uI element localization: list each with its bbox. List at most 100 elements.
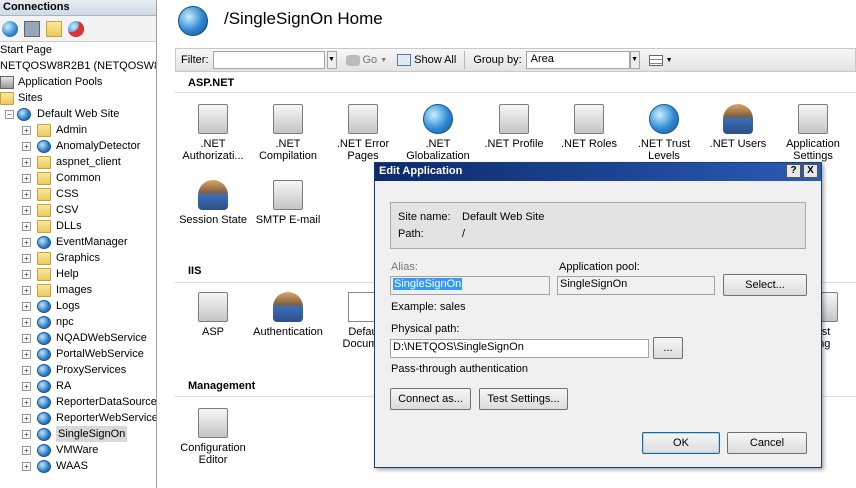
physical-path-field[interactable]: D:\NETQOS\SingleSignOn	[390, 339, 649, 358]
config-editor-icon	[198, 408, 228, 438]
close-button[interactable]: X	[803, 164, 818, 178]
feature-lock[interactable]: .NET Authorizati...	[178, 104, 248, 162]
feature-asp[interactable]: ASP	[178, 292, 248, 338]
expand-icon[interactable]: +	[22, 222, 31, 231]
tree-item[interactable]: + RA	[0, 378, 156, 394]
select-button[interactable]: Select...	[723, 274, 807, 296]
expand-icon[interactable]: +	[22, 142, 31, 151]
filter-input[interactable]	[212, 51, 325, 69]
expand-icon[interactable]: +	[22, 206, 31, 215]
tree-item[interactable]: + ReporterWebService	[0, 410, 156, 426]
view-mode-button[interactable]: ▼	[644, 50, 678, 70]
ok-button[interactable]: OK	[642, 432, 720, 454]
show-all-label: Show All	[414, 54, 457, 66]
feature-users[interactable]: .NET Users	[703, 104, 773, 150]
test-settings-button[interactable]: Test Settings...	[479, 388, 568, 410]
tree-item-label: Logs	[56, 300, 80, 312]
tree-item[interactable]: + CSV	[0, 202, 156, 218]
feature-label: SMTP E-mail	[255, 214, 321, 226]
expand-icon[interactable]: +	[22, 318, 31, 327]
tree-item[interactable]: NETQOSW8R2B1 (NETQOSW8R2	[0, 58, 156, 74]
alias-field[interactable]: SingleSignOn	[390, 276, 550, 295]
tree-item[interactable]: + Common	[0, 170, 156, 186]
expand-icon[interactable]: +	[22, 382, 31, 391]
tree-item[interactable]: + PortalWebService	[0, 346, 156, 362]
tree-item[interactable]: + NQADWebService	[0, 330, 156, 346]
tree-item[interactable]: + Logs	[0, 298, 156, 314]
tree-item[interactable]: + ProxyServices	[0, 362, 156, 378]
expand-icon[interactable]: +	[22, 270, 31, 279]
folder-icon	[37, 268, 51, 281]
expand-icon[interactable]: +	[22, 190, 31, 199]
feature-trust[interactable]: .NET Trust Levels	[629, 104, 699, 162]
disconnect-icon[interactable]	[68, 20, 84, 37]
up-folder-icon[interactable]	[46, 20, 62, 37]
tree-item-label: Application Pools	[18, 76, 103, 88]
tree-item-label: Help	[56, 268, 79, 280]
tree-item[interactable]: + aspnet_client	[0, 154, 156, 170]
tree-item[interactable]: + Admin	[0, 122, 156, 138]
feature-globe[interactable]: .NET Globalization	[403, 104, 473, 162]
expand-icon[interactable]: +	[22, 334, 31, 343]
tree-item[interactable]: + WAAS	[0, 458, 156, 474]
help-button[interactable]: ?	[786, 164, 801, 178]
tree-item-label: Default Web Site	[37, 108, 120, 120]
group-by-dropdown-button[interactable]: ▼	[629, 51, 640, 69]
expand-icon[interactable]: +	[22, 286, 31, 295]
tree-item[interactable]: + Help	[0, 266, 156, 282]
expand-icon[interactable]: +	[22, 302, 31, 311]
collapse-icon[interactable]: −	[5, 110, 14, 119]
expand-icon[interactable]: +	[22, 350, 31, 359]
tree-item[interactable]: Start Page	[0, 42, 156, 58]
show-all-button[interactable]: Show All	[392, 50, 461, 70]
section-iis-header: IIS	[188, 265, 202, 277]
expand-icon[interactable]: +	[22, 254, 31, 263]
tree-item[interactable]: + DLLs	[0, 218, 156, 234]
view-mode-dropdown-icon: ▼	[665, 56, 673, 64]
feature-config-editor[interactable]: Configuration Editor	[178, 408, 248, 466]
tree-item[interactable]: + npc	[0, 314, 156, 330]
cancel-button[interactable]: Cancel	[727, 432, 807, 454]
save-icon[interactable]	[24, 20, 40, 37]
tree-item[interactable]: − Default Web Site	[0, 106, 156, 122]
connect-as-button[interactable]: Connect as...	[390, 388, 471, 410]
expand-icon[interactable]: +	[22, 414, 31, 423]
expand-icon[interactable]: +	[22, 158, 31, 167]
filter-dropdown-button[interactable]: ▼	[326, 51, 337, 69]
expand-icon[interactable]: +	[22, 462, 31, 471]
globe-icon	[37, 300, 51, 313]
expand-icon[interactable]: +	[22, 446, 31, 455]
tree-item-label: aspnet_client	[56, 156, 121, 168]
browse-button[interactable]: ...	[653, 337, 683, 359]
tree-item[interactable]: Application Pools	[0, 74, 156, 90]
globe-icon	[37, 412, 51, 425]
feature-authentication[interactable]: Authentication	[253, 292, 323, 338]
expand-icon[interactable]: +	[22, 174, 31, 183]
tree-item[interactable]: + AnomalyDetector	[0, 138, 156, 154]
expand-icon[interactable]: +	[22, 126, 31, 135]
expand-icon[interactable]: +	[22, 430, 31, 439]
feature-smtp[interactable]: SMTP E-mail	[253, 180, 323, 226]
tree-item[interactable]: Sites	[0, 90, 156, 106]
go-button[interactable]: Go ▼	[341, 50, 393, 70]
feature-profile[interactable]: .NET Profile	[479, 104, 549, 150]
feature-session[interactable]: Session State	[178, 180, 248, 226]
tree-item[interactable]: + Graphics	[0, 250, 156, 266]
feature-roles[interactable]: .NET Roles	[554, 104, 624, 150]
tree-item[interactable]: + Images	[0, 282, 156, 298]
feature-settings[interactable]: Application Settings	[778, 104, 848, 162]
tree-item[interactable]: + SingleSignOn	[0, 426, 156, 442]
tree-item[interactable]: + ReporterDataSource	[0, 394, 156, 410]
group-by-select[interactable]: Area	[525, 51, 630, 69]
feature-compilation[interactable]: .NET Compilation	[253, 104, 323, 162]
tree-item[interactable]: + EventManager	[0, 234, 156, 250]
path-label: Path:	[398, 228, 424, 240]
tree-item[interactable]: + CSS	[0, 186, 156, 202]
expand-icon[interactable]: +	[22, 366, 31, 375]
tree-item[interactable]: + VMWare	[0, 442, 156, 458]
feature-label: Authentication	[253, 326, 323, 338]
expand-icon[interactable]: +	[22, 238, 31, 247]
expand-icon[interactable]: +	[22, 398, 31, 407]
feature-error-404[interactable]: .NET Error Pages	[328, 104, 398, 162]
connect-globe-icon[interactable]	[2, 20, 18, 37]
